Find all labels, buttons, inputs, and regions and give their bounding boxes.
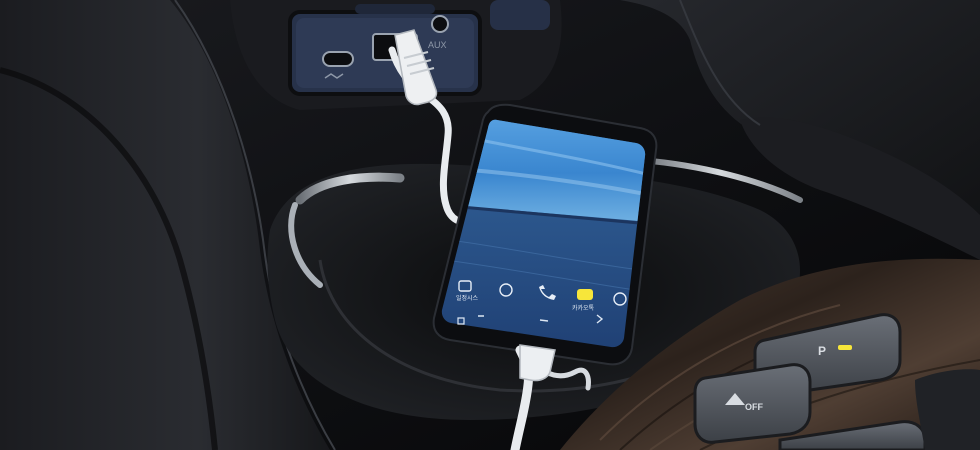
hill-descent-label: OFF: [745, 402, 763, 412]
dock-label-1: 일정시스: [456, 294, 479, 302]
parking-indicator-light: [838, 345, 852, 350]
console-photo: AUX 일정시스 카카오톡 P OFF: [0, 0, 980, 450]
photo-scene: AUX 일정시스 카카오톡 P OFF: [0, 0, 980, 450]
aux-label: AUX: [428, 40, 447, 50]
aux-jack[interactable]: [431, 15, 449, 33]
gear-selector-base: [915, 369, 980, 450]
parking-assist-label: P: [818, 344, 826, 358]
hill-descent-button[interactable]: OFF: [693, 363, 812, 444]
usb-c-port[interactable]: [322, 51, 354, 67]
dock-label-4: 카카오톡: [572, 304, 595, 312]
panel-button[interactable]: [490, 0, 550, 30]
kakao-icon[interactable]: [577, 289, 593, 300]
